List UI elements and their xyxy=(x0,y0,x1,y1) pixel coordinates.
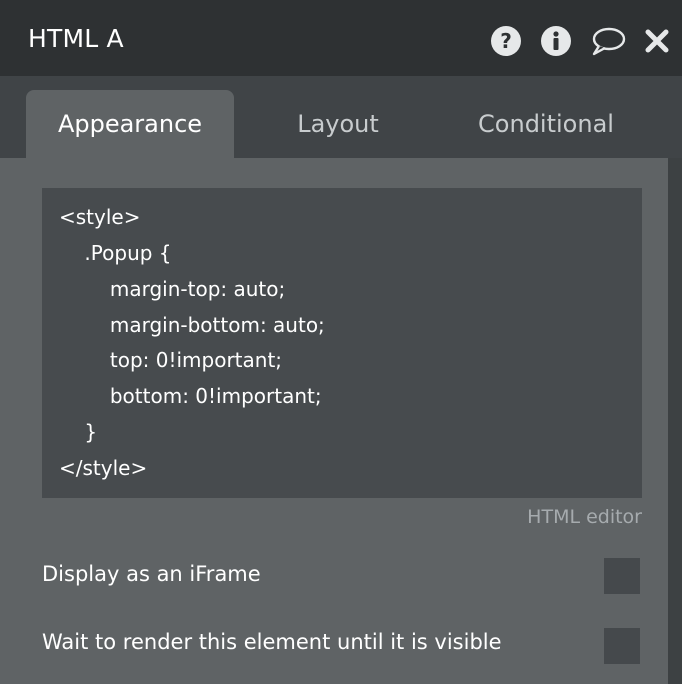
close-icon[interactable] xyxy=(644,28,670,54)
title-actions: ? xyxy=(490,25,670,57)
code-line: margin-top: auto; xyxy=(59,277,286,301)
code-line: } xyxy=(59,420,98,444)
code-line: .Popup { xyxy=(59,241,172,265)
display-iframe-checkbox[interactable] xyxy=(604,558,640,594)
wait-render-checkbox[interactable] xyxy=(604,628,640,664)
info-icon[interactable] xyxy=(540,25,572,57)
editor-caption: HTML editor xyxy=(527,506,642,528)
tab-bar: Appearance Layout Conditional xyxy=(0,76,682,158)
property-editor-panel: HTML A ? Appearance Layout Conditional <… xyxy=(0,0,682,684)
display-iframe-label: Display as an iFrame xyxy=(42,562,261,586)
code-line: bottom: 0!important; xyxy=(59,384,322,408)
wait-render-label: Wait to render this element until it is … xyxy=(42,630,502,654)
html-editor[interactable]: <style> .Popup { margin-top: auto; margi… xyxy=(42,188,642,498)
svg-text:?: ? xyxy=(500,29,512,53)
tab-layout[interactable]: Layout xyxy=(234,90,442,158)
code-line: <style> xyxy=(59,205,141,229)
tab-appearance[interactable]: Appearance xyxy=(26,90,234,158)
comment-icon[interactable] xyxy=(590,25,626,57)
code-line: margin-bottom: auto; xyxy=(59,313,325,337)
tab-conditional[interactable]: Conditional xyxy=(442,90,650,158)
element-title: HTML A xyxy=(28,24,124,53)
panel-scroll-edge xyxy=(668,158,682,684)
question-icon[interactable]: ? xyxy=(490,25,522,57)
code-line: </style> xyxy=(59,456,148,480)
code-line: top: 0!important; xyxy=(59,348,283,372)
title-bar: HTML A ? xyxy=(0,0,682,76)
